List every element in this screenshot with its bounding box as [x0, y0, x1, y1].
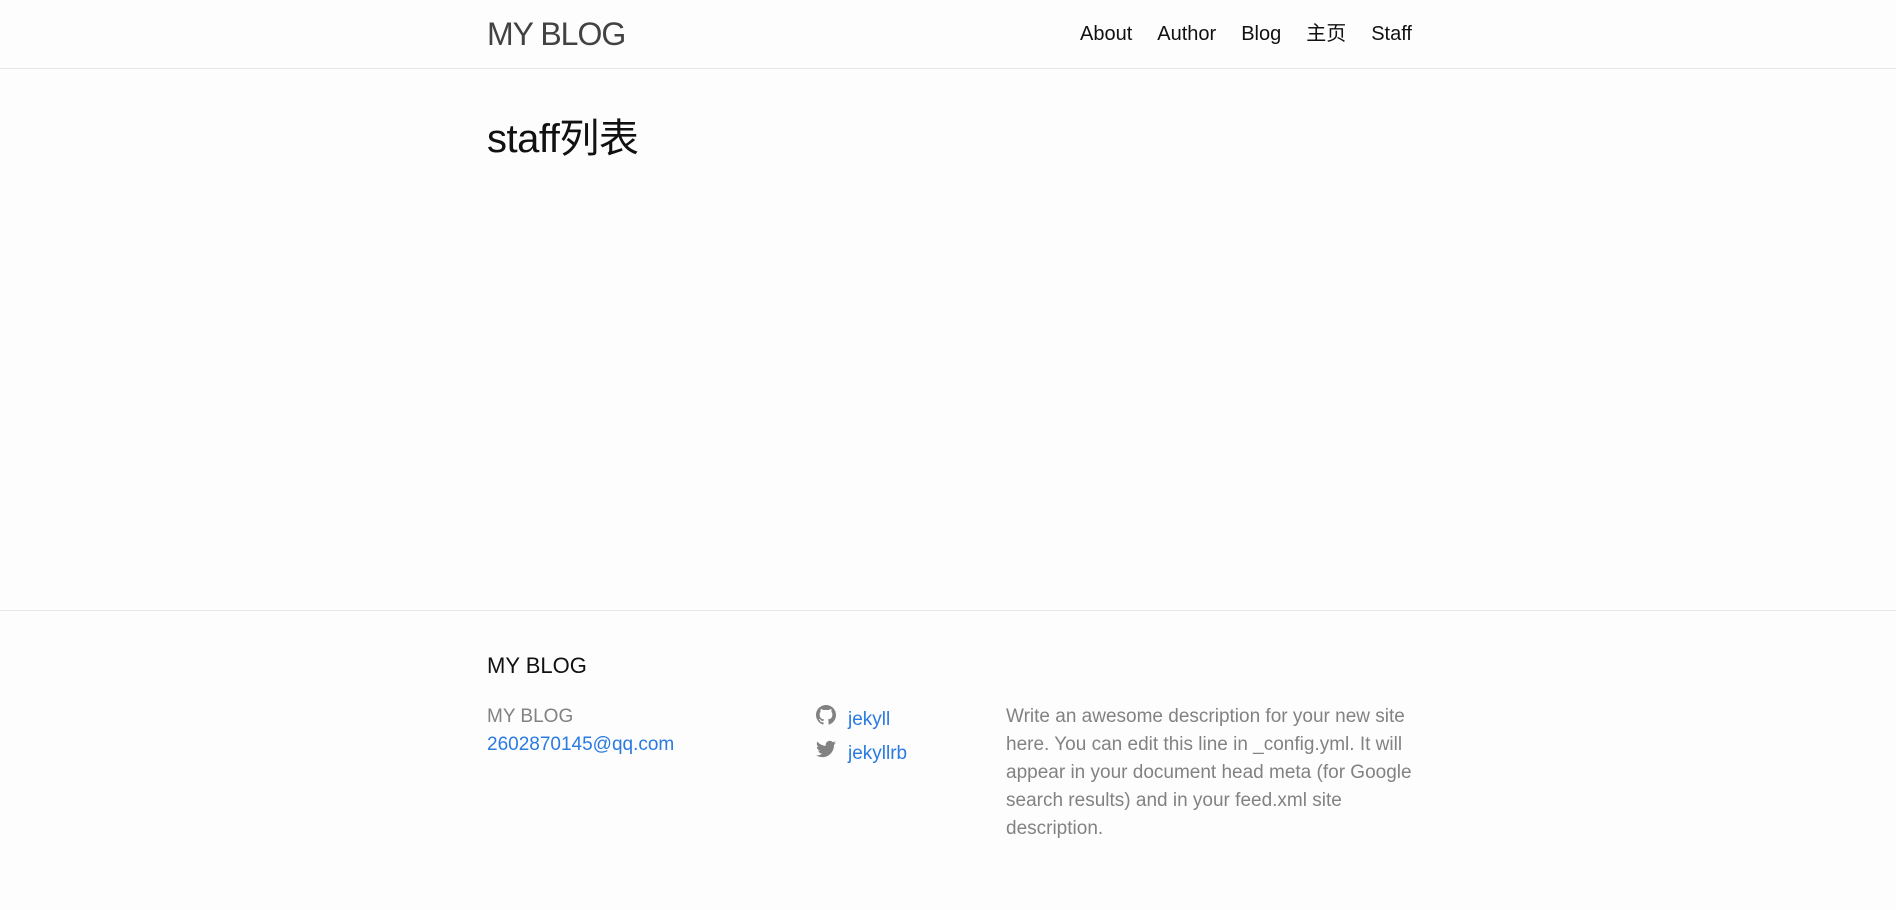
social-item-github: jekyll — [816, 703, 907, 737]
twitter-link[interactable]: jekyllrb — [848, 737, 907, 771]
site-title-link[interactable]: MY BLOG — [487, 14, 626, 54]
nav-link-author[interactable]: Author — [1157, 20, 1216, 48]
site-nav: About Author Blog 主页 Staff — [1080, 20, 1412, 48]
footer-description: Write an awesome description for your ne… — [1006, 706, 1412, 839]
footer-site-name: MY BLOG — [487, 706, 574, 727]
twitter-icon — [816, 737, 836, 771]
site-footer: MY BLOG MY BLOG 2602870145@qq.com jekyll… — [0, 610, 1896, 910]
footer-email-link[interactable]: 2602870145@qq.com — [487, 731, 674, 759]
nav-link-blog[interactable]: Blog — [1241, 20, 1281, 48]
github-icon — [816, 703, 836, 737]
nav-link-about[interactable]: About — [1080, 20, 1132, 48]
site-header: MY BLOG About Author Blog 主页 Staff — [0, 0, 1896, 69]
footer-social-column: jekyll jekyllrb — [816, 703, 907, 771]
nav-link-home[interactable]: 主页 — [1306, 20, 1346, 48]
footer-contact-column: MY BLOG 2602870145@qq.com — [487, 703, 674, 759]
page-heading: staff列表 — [487, 117, 639, 161]
github-link[interactable]: jekyll — [848, 703, 890, 737]
social-item-twitter: jekyllrb — [816, 737, 907, 771]
footer-heading: MY BLOG — [487, 653, 587, 678]
nav-link-staff[interactable]: Staff — [1371, 20, 1412, 48]
